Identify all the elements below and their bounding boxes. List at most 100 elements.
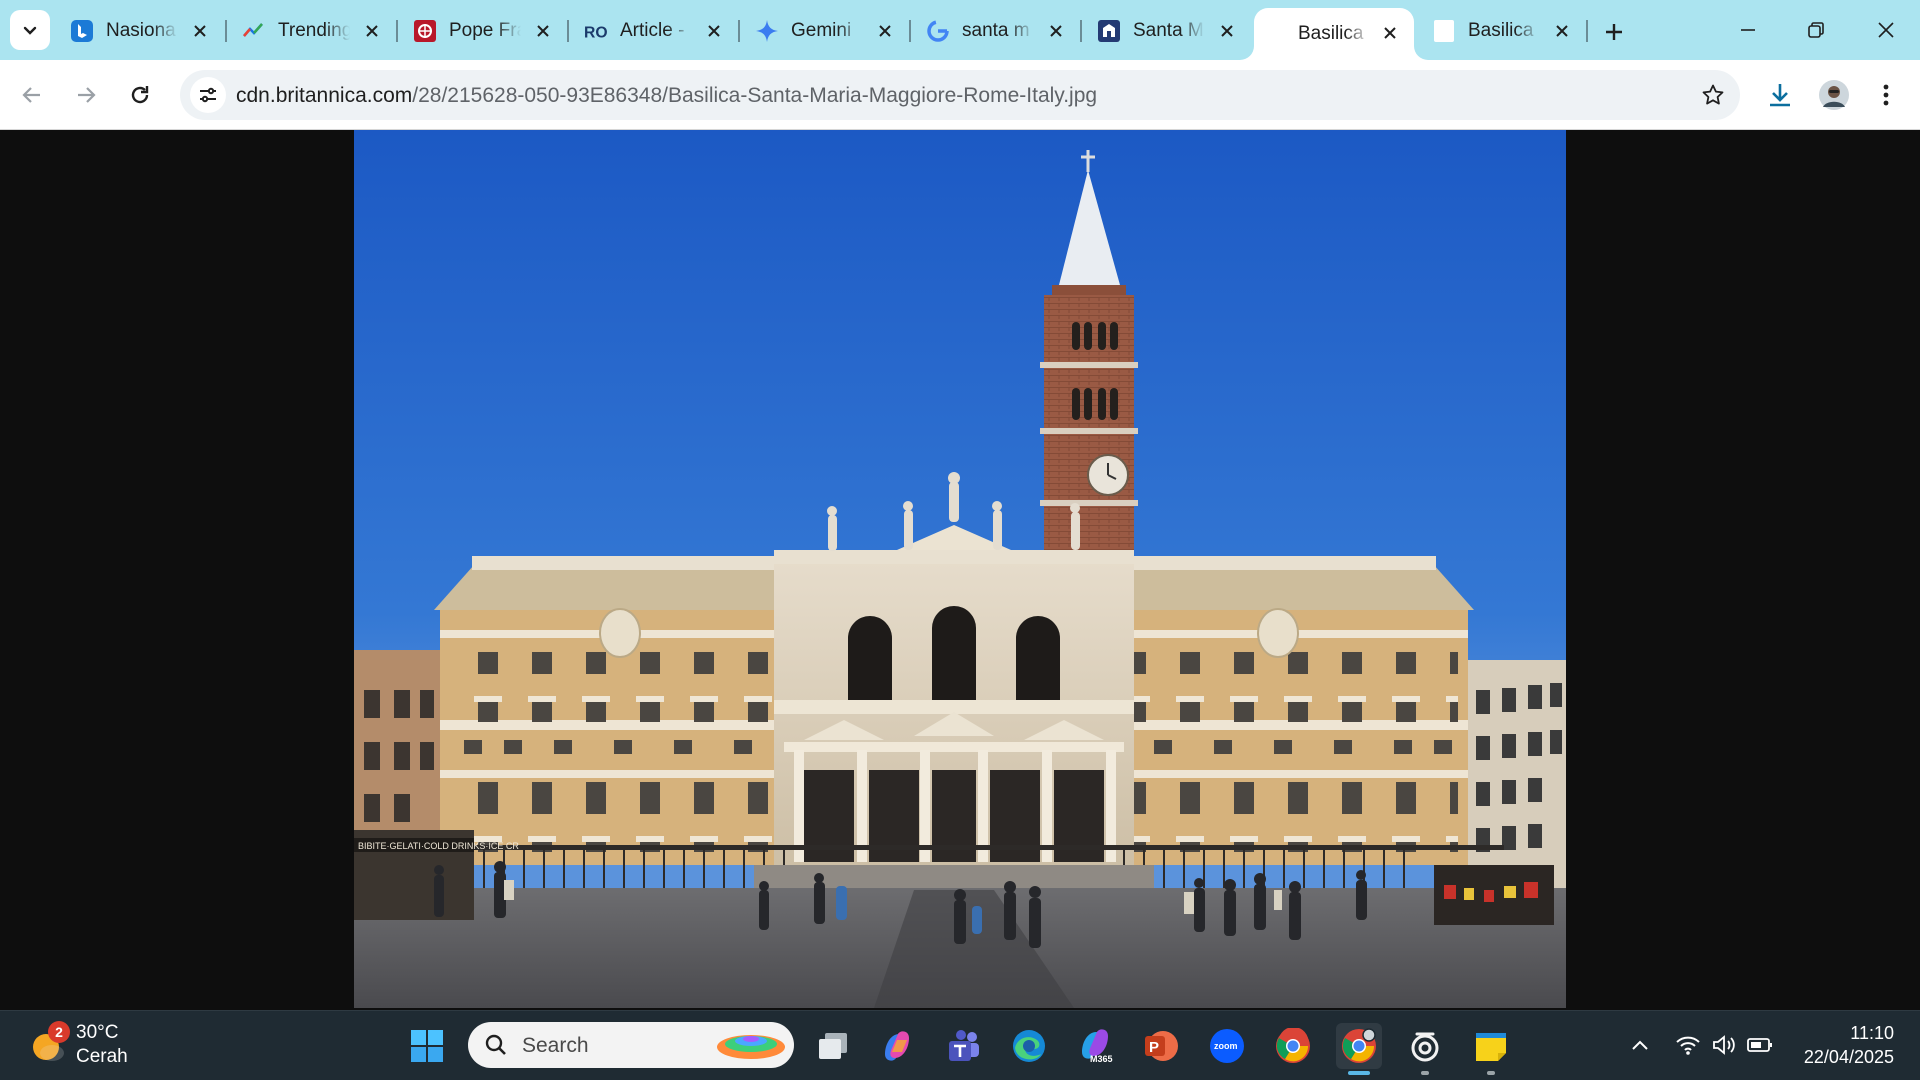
running-indicator (1348, 1071, 1370, 1075)
svg-text:P: P (1149, 1039, 1159, 1056)
tab-title: Trending (278, 20, 350, 41)
windows-start-icon (411, 1030, 443, 1062)
running-indicator (1421, 1071, 1429, 1075)
tab-nasional[interactable]: Nasiona (56, 10, 224, 52)
star-icon (1702, 84, 1724, 105)
site-info-button[interactable] (190, 77, 226, 113)
powerpoint-button[interactable]: P (1138, 1023, 1184, 1069)
minimize-icon (1741, 29, 1755, 31)
weather-sun-cloud-icon: 2 (28, 1021, 70, 1065)
volume-button[interactable] (1708, 1029, 1740, 1061)
tab-gemini[interactable]: Gemini (741, 10, 909, 52)
downloads-button[interactable] (1760, 75, 1800, 115)
clock-time: 11:10 (1850, 1023, 1894, 1043)
avatar (1819, 80, 1849, 110)
tab-trending[interactable]: Trending (228, 10, 396, 52)
new-tab-button[interactable] (1596, 14, 1632, 50)
close-window-button[interactable] (1852, 0, 1920, 60)
minimize-button[interactable] (1714, 0, 1782, 60)
tab-separator (1586, 20, 1588, 42)
tab-separator (738, 20, 740, 42)
clock-date: 22/04/2025 (1803, 1047, 1894, 1067)
tab-title: Basilica (1468, 20, 1534, 41)
reload-icon (131, 86, 149, 104)
restore-icon (1808, 22, 1824, 38)
bookmark-star-button[interactable] (1700, 82, 1726, 108)
show-hidden-icons-button[interactable] (1624, 1029, 1656, 1061)
tab-google-search[interactable]: santa m (912, 10, 1080, 52)
zoom-button[interactable]: zoom (1204, 1023, 1250, 1069)
tab-title: Nasiona (106, 20, 176, 41)
powerpoint-icon: P (1145, 1031, 1178, 1061)
chrome-button[interactable] (1270, 1023, 1316, 1069)
tab-search-button[interactable] (10, 10, 50, 50)
tab-santa-maria[interactable]: Santa M (1083, 10, 1251, 52)
chevron-up-icon (1632, 1040, 1648, 1050)
tab-basilica-active[interactable]: Basilica (1254, 8, 1414, 60)
tab-title: Pope Fra (449, 20, 521, 41)
teams-icon (949, 1030, 979, 1061)
tab-separator (909, 20, 911, 42)
address-bar[interactable]: cdn.britannica.com/28/215628-050-93E8634… (180, 70, 1740, 120)
battery-button[interactable] (1744, 1029, 1776, 1061)
tab-pope-francis[interactable]: Pope Fra (399, 10, 567, 52)
start-button[interactable] (404, 1023, 450, 1069)
reload-button[interactable] (120, 75, 160, 115)
url-text: cdn.britannica.com/28/215628-050-93E8634… (236, 84, 1097, 108)
kiosk-sign: BIBITE·GELATI·COLD DRINKS·ICE CR (358, 841, 519, 851)
svg-text:zoom: zoom (1214, 1041, 1238, 1051)
close-icon[interactable] (1552, 21, 1572, 41)
tab-article[interactable]: RO Article - (570, 10, 738, 52)
close-icon[interactable] (1217, 21, 1237, 41)
profile-avatar-button[interactable] (1814, 75, 1854, 115)
tune-icon (200, 87, 216, 103)
close-icon[interactable] (1380, 23, 1400, 43)
vatican-news-icon (413, 19, 437, 43)
trending-chart-icon (242, 19, 266, 43)
search-highlight-icon (717, 1035, 785, 1059)
close-icon[interactable] (704, 21, 724, 41)
basilica-santa-maria-maggiore-image: BIBITE·GELATI·COLD DRINKS·ICE CR (354, 130, 1566, 1008)
weather-text: 30°C Cerah (76, 1021, 128, 1069)
tab-title: santa m (962, 20, 1030, 41)
wifi-button[interactable] (1672, 1029, 1704, 1061)
sticky-notes-button[interactable] (1468, 1023, 1514, 1075)
forward-button[interactable] (66, 75, 106, 115)
weather-widget[interactable]: 2 30°C Cerah (28, 1021, 128, 1069)
teams-button[interactable] (940, 1023, 986, 1069)
santa-maria-site-icon (1097, 19, 1121, 43)
tab-title: Gemini (791, 20, 852, 41)
task-view-button[interactable] (810, 1023, 856, 1069)
close-icon[interactable] (1046, 21, 1066, 41)
tab-basilica-blank[interactable]: Basilica (1418, 10, 1586, 52)
edge-button[interactable] (1006, 1023, 1052, 1069)
arrow-right-icon (78, 87, 96, 103)
volume-icon (1713, 1035, 1735, 1055)
wifi-icon (1676, 1036, 1700, 1055)
restore-button[interactable] (1782, 0, 1850, 60)
taskbar-search-box[interactable]: Search (468, 1022, 794, 1068)
url-domain: cdn.britannica.com (236, 84, 413, 107)
close-icon[interactable] (533, 21, 553, 41)
obs-button[interactable] (1402, 1023, 1448, 1075)
more-vertical-icon (1883, 84, 1889, 106)
close-icon[interactable] (190, 21, 210, 41)
bing-icon (70, 19, 94, 43)
tab-title: Santa M (1133, 20, 1204, 41)
browser-menu-button[interactable] (1866, 75, 1906, 115)
gemini-sparkle-icon (755, 19, 779, 43)
m365-button[interactable]: M365 (1072, 1023, 1118, 1069)
edge-icon (1013, 1030, 1045, 1062)
close-icon[interactable] (875, 21, 895, 41)
svg-text:RO: RO (584, 24, 608, 41)
tab-separator (396, 20, 398, 42)
back-button[interactable] (12, 75, 52, 115)
tab-title: Basilica (1298, 23, 1364, 44)
basilica-photo: BIBITE·GELATI·COLD DRINKS·ICE CR (354, 130, 1566, 1008)
search-icon (485, 1034, 506, 1055)
copilot-button[interactable] (874, 1023, 920, 1069)
chrome-icon (1276, 1028, 1310, 1063)
system-clock[interactable]: 11:10 22/04/2025 (1804, 1021, 1894, 1069)
close-icon[interactable] (362, 21, 382, 41)
chrome-profile-button[interactable] (1336, 1023, 1382, 1075)
